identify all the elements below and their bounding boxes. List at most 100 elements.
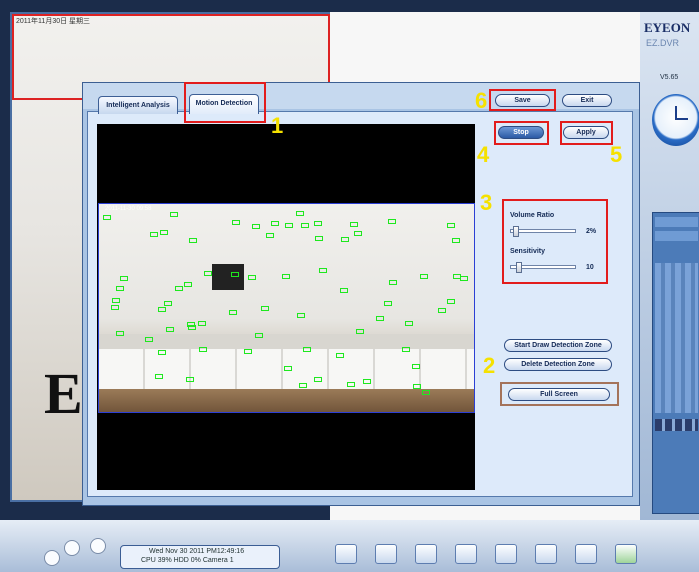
annotation-box-apply [560,121,613,145]
motion-marker [335,352,344,358]
taskbar-round-button[interactable] [64,540,80,556]
camera-icon[interactable] [335,544,357,564]
annotation-number: 6 [475,88,488,113]
motion-marker [376,316,385,322]
motion-marker [188,237,197,243]
exit-button[interactable]: Exit [562,94,612,107]
motion-marker [198,321,207,327]
motion-marker [231,219,240,225]
monitor-icon[interactable] [455,544,477,564]
motion-marker [401,346,410,352]
motion-marker [453,273,462,279]
motion-marker [271,221,280,227]
motion-marker [120,275,129,281]
motion-marker [404,321,413,327]
motion-marker [299,382,308,388]
motion-marker [115,330,124,336]
motion-marker [110,304,119,310]
taskbar: Wed Nov 30 2011 PM12:49:16 CPU 39% HDD 0… [0,520,699,572]
motion-marker [185,377,194,383]
motion-marker [315,236,324,242]
motion-marker [252,224,261,230]
annotation-box-tab [184,82,266,123]
motion-marker [254,332,263,338]
motion-marker [248,275,257,281]
backup-icon[interactable] [575,544,597,564]
motion-marker [144,336,153,342]
motion-marker [347,381,356,387]
motion-marker [285,223,294,229]
motion-marker [203,270,212,276]
status-system: CPU 39% HDD 0% Camera 1 [141,557,234,564]
annotation-box-params [502,199,608,284]
motion-marker [349,221,358,227]
monitor-object [212,264,244,290]
ptz-panel [652,212,699,514]
motion-marker [420,274,429,280]
settings-icon[interactable] [495,544,517,564]
delete-zone-button[interactable]: Delete Detection Zone [504,358,612,371]
annotation-box-fullscreen [500,382,619,406]
video-timestamp: 2011-11-30 09:58 [105,206,152,212]
motion-marker [452,238,461,244]
brand-logo: EYEON [644,20,691,35]
motion-marker [387,218,396,224]
camera-overlay-text: 2011年11月30日 星期三 [16,18,91,25]
motion-marker [150,232,159,238]
motion-marker [354,231,363,237]
tab-intelligent-analysis[interactable]: Intelligent Analysis [98,96,178,114]
motion-marker [301,222,310,228]
level-sliders[interactable] [655,263,698,413]
motion-marker [447,298,456,304]
annotation-number: 2 [483,353,496,378]
detection-zone-frame[interactable]: 2011-11-30 09:58 [98,203,475,413]
clock-icon [652,94,699,146]
motion-marker [229,309,238,315]
motion-marker [159,230,168,236]
motion-marker [231,272,240,278]
motion-marker [421,389,430,395]
brand-sub: EZ.DVR [646,38,680,48]
motion-marker [260,306,269,312]
motion-marker [282,273,291,279]
motion-marker [164,300,173,306]
motion-marker [116,285,125,291]
annotation-box-stop [494,121,549,145]
motion-marker [166,327,175,333]
annotation-number: 1 [271,113,284,138]
motion-marker [199,347,208,353]
motion-marker [314,377,323,383]
panel-row[interactable] [655,217,698,227]
motion-marker [437,307,446,313]
right-dock: EYEON EZ.DVR V5.65 [640,12,699,532]
motion-marker [296,210,305,216]
motion-marker [111,298,120,304]
motion-marker [155,373,164,379]
playback-controls[interactable] [655,419,698,431]
motion-marker [170,212,179,218]
background-logo: E [44,361,83,426]
motion-marker [339,287,348,293]
search-icon[interactable] [415,544,437,564]
motion-marker [319,267,328,273]
version-label: V5.65 [660,74,679,81]
motion-marker [313,220,322,226]
motion-marker [356,328,364,334]
panel-row[interactable] [655,231,698,241]
taskbar-round-button[interactable] [90,538,106,554]
motion-marker [187,325,196,331]
motion-marker [297,313,306,319]
start-draw-zone-button[interactable]: Start Draw Detection Zone [504,339,612,352]
motion-marker [243,348,252,354]
power-icon[interactable] [615,544,637,564]
motion-marker [388,280,397,286]
motion-marker [265,232,274,238]
video-preview[interactable]: 2011-11-30 09:58 [97,124,475,490]
motion-marker [447,223,456,229]
taskbar-round-button[interactable] [44,550,60,566]
motion-marker [412,384,421,390]
record-icon[interactable] [375,544,397,564]
network-icon[interactable] [535,544,557,564]
motion-marker [103,214,112,220]
annotation-number: 4 [477,142,490,167]
